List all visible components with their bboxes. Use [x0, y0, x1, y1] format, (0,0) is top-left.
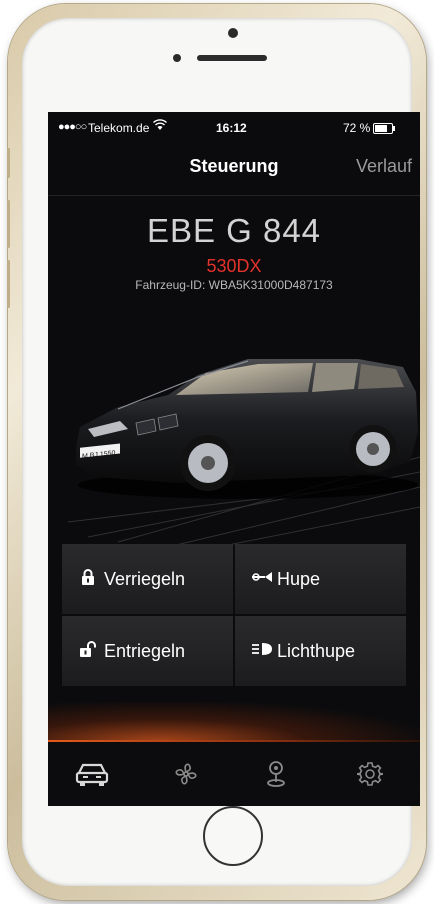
side-button [7, 148, 10, 178]
nav-divider [48, 195, 420, 196]
carrier-name: Telekom.de [88, 121, 150, 135]
tab-climate[interactable] [166, 756, 206, 792]
battery-percent: 72 % [343, 121, 371, 135]
vehicle-model: 530DX [206, 256, 262, 276]
car-image: M BJ 1550 [67, 359, 420, 547]
map-pin-icon [267, 761, 285, 787]
status-bar: ●●●○○ Telekom.de 16:12 72 % [48, 118, 420, 138]
signal-strength: ●●●○○ [58, 121, 87, 133]
horn-label: Hupe [277, 568, 321, 589]
tab-vehicle[interactable] [72, 756, 112, 792]
headlight-flash-icon [251, 642, 272, 661]
front-camera [228, 28, 238, 38]
license-plate-title: EBE G 844 [146, 212, 322, 249]
lock-label: Verriegeln [104, 568, 186, 589]
headlight-flash-label: Lichthupe [277, 640, 356, 661]
unlock-icon [78, 640, 98, 662]
earpiece-speaker [197, 55, 267, 61]
horn-icon [251, 570, 272, 588]
volume-up-button [7, 200, 10, 248]
battery-icon [373, 123, 395, 134]
wifi-icon [153, 119, 167, 134]
headlight-flash-button[interactable]: Lichthupe [235, 616, 406, 686]
gear-icon [357, 762, 383, 786]
fan-icon [175, 763, 197, 785]
unlock-button[interactable]: Entriegeln [62, 616, 233, 686]
remote-controls: Verriegeln Hupe Entriegeln Lichthupe [62, 544, 408, 688]
tab-location[interactable] [256, 756, 296, 792]
navigation-bar: Steuerung Verlauf [48, 152, 420, 182]
unlock-label: Entriegeln [104, 640, 186, 661]
vehicle-id: Fahrzeug-ID: WBA5K31000D487173 [135, 278, 333, 292]
home-button[interactable] [203, 806, 263, 866]
accent-glow [48, 702, 420, 742]
lock-button[interactable]: Verriegeln [62, 544, 233, 614]
history-button[interactable]: Verlauf [356, 156, 412, 177]
tab-bar [48, 742, 420, 806]
lock-icon [78, 568, 98, 590]
horn-button[interactable]: Hupe [235, 544, 406, 614]
status-time: 16:12 [216, 121, 247, 135]
app-screen: ●●●○○ Telekom.de 16:12 72 % Steuerung Ve… [48, 112, 420, 806]
tab-settings[interactable] [350, 756, 390, 792]
car-icon [75, 763, 109, 786]
proximity-sensor [173, 54, 181, 62]
volume-down-button [7, 260, 10, 308]
